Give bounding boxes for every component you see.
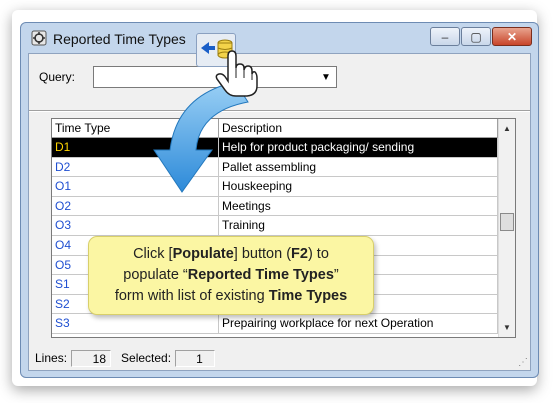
grid-header: Time Type Description (52, 119, 498, 138)
title-bar[interactable]: Reported Time Types – ▢ ✕ (21, 23, 538, 53)
time-type-cell[interactable]: O3 (52, 216, 219, 235)
window-client-area: Query: ▼ Time Type Description D1 Help fo… (28, 53, 531, 371)
table-row[interactable]: D2 Pallet assembling (52, 157, 498, 178)
window-title: Reported Time Types (53, 31, 186, 47)
table-row[interactable]: O2 Meetings (52, 196, 498, 217)
maximize-button[interactable]: ▢ (461, 27, 491, 46)
resize-grip-icon[interactable]: ⋰ (518, 357, 528, 368)
close-icon: ✕ (506, 29, 518, 44)
chevron-down-icon[interactable]: ▼ (318, 69, 334, 85)
description-cell[interactable]: Prepairing workplace for next Operation (219, 314, 498, 333)
callout-key: F2 (291, 246, 308, 262)
description-cell[interactable]: Training (219, 216, 498, 235)
curved-arrow-icon (153, 81, 249, 193)
table-row[interactable]: O1 Houskeeping (52, 177, 498, 197)
window-controls: – ▢ ✕ (429, 27, 532, 46)
reported-time-types-window: Reported Time Types – ▢ ✕ Query: ▼ Time … (20, 22, 539, 378)
vertical-scrollbar[interactable]: ▲ ▼ (498, 119, 515, 337)
selected-label: Selected: (121, 351, 172, 365)
callout-line-3: form with list of existing Time Types (114, 288, 348, 304)
scroll-up-icon[interactable]: ▲ (499, 120, 515, 137)
selected-count: 1 (175, 349, 216, 367)
close-button[interactable]: ✕ (492, 27, 532, 46)
table-row[interactable]: D1 Help for product packaging/ sending (52, 138, 498, 158)
callout-populate: Populate (172, 246, 234, 262)
lines-label: Lines: (35, 351, 68, 365)
status-bar: Lines: 18 Selected: 1 (29, 346, 530, 370)
minimize-icon: – (441, 29, 449, 44)
table-row[interactable]: S3 Prepairing workplace for next Operatio… (52, 314, 498, 334)
minimize-button[interactable]: – (430, 27, 460, 46)
maximize-icon: ▢ (470, 29, 482, 44)
callout-form-name: Reported Time Types (187, 267, 334, 283)
lines-count: 18 (71, 349, 112, 367)
hand-cursor-icon (215, 50, 258, 97)
scroll-down-icon[interactable]: ▼ (499, 319, 515, 336)
table-row[interactable]: O3 Training (52, 216, 498, 236)
time-type-cell[interactable]: S3 (52, 314, 219, 333)
callout-line-1: Click [Populate] button (F2) to (133, 246, 329, 262)
callout-time-types: Time Types (268, 288, 348, 304)
callout-line-2: populate “Reported Time Types” (123, 267, 339, 283)
separator (29, 110, 530, 112)
query-label: Query: (39, 70, 76, 84)
app-icon (31, 30, 47, 46)
callout-tooltip: Click [Populate] button (F2) to populate… (88, 236, 374, 315)
scroll-thumb[interactable] (500, 213, 514, 231)
